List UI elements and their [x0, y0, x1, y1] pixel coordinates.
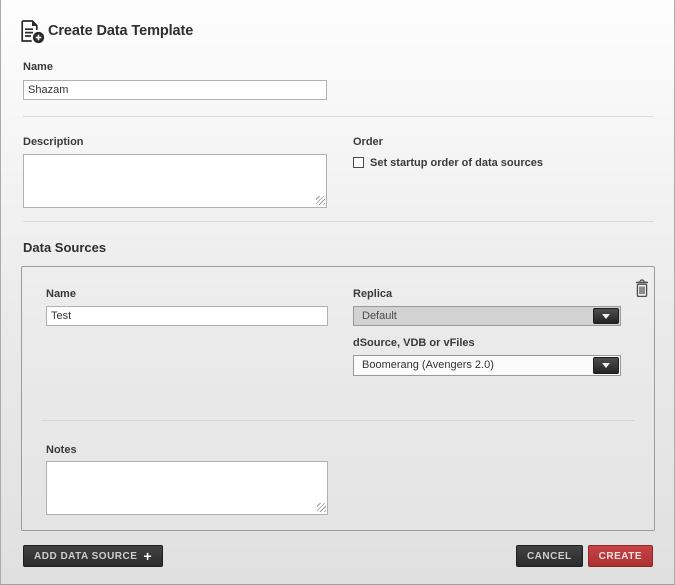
divider — [41, 420, 635, 421]
source-selected-value: Boomerang (Avengers 2.0) — [362, 359, 494, 371]
divider — [23, 221, 654, 222]
startup-order-checkbox[interactable] — [353, 157, 364, 168]
description-label: Description — [23, 136, 84, 148]
add-data-source-label: ADD DATA SOURCE — [34, 551, 137, 562]
create-data-template-dialog: Create Data Template Name Description Or… — [0, 0, 675, 585]
chevron-down-icon[interactable] — [593, 308, 619, 324]
name-input[interactable] — [23, 80, 327, 100]
name-label: Name — [23, 61, 53, 73]
add-data-source-button[interactable]: ADD DATA SOURCE + — [23, 545, 163, 567]
data-source-name-label: Name — [46, 288, 76, 300]
replica-selected-value: Default — [362, 310, 397, 322]
page-title: Create Data Template — [48, 23, 193, 39]
trash-icon[interactable] — [634, 279, 650, 301]
create-label: CREATE — [599, 551, 642, 562]
source-select[interactable]: Boomerang (Avengers 2.0) — [353, 355, 621, 376]
startup-order-checkbox-label: Set startup order of data sources — [370, 157, 543, 169]
description-textarea[interactable] — [23, 154, 327, 208]
divider — [23, 116, 654, 117]
chevron-down-icon[interactable] — [593, 357, 619, 374]
source-label: dSource, VDB or vFiles — [353, 337, 475, 349]
create-button[interactable]: CREATE — [588, 545, 653, 567]
notes-label: Notes — [46, 444, 77, 456]
notes-textarea[interactable] — [46, 461, 328, 515]
order-label: Order — [353, 136, 383, 148]
document-add-icon — [19, 19, 46, 49]
cancel-button[interactable]: CANCEL — [516, 545, 583, 567]
replica-label: Replica — [353, 288, 392, 300]
cancel-label: CANCEL — [527, 551, 572, 562]
plus-icon: + — [143, 549, 152, 563]
data-source-name-input[interactable] — [46, 306, 328, 326]
data-sources-heading: Data Sources — [23, 240, 106, 255]
replica-select[interactable]: Default — [353, 306, 621, 326]
